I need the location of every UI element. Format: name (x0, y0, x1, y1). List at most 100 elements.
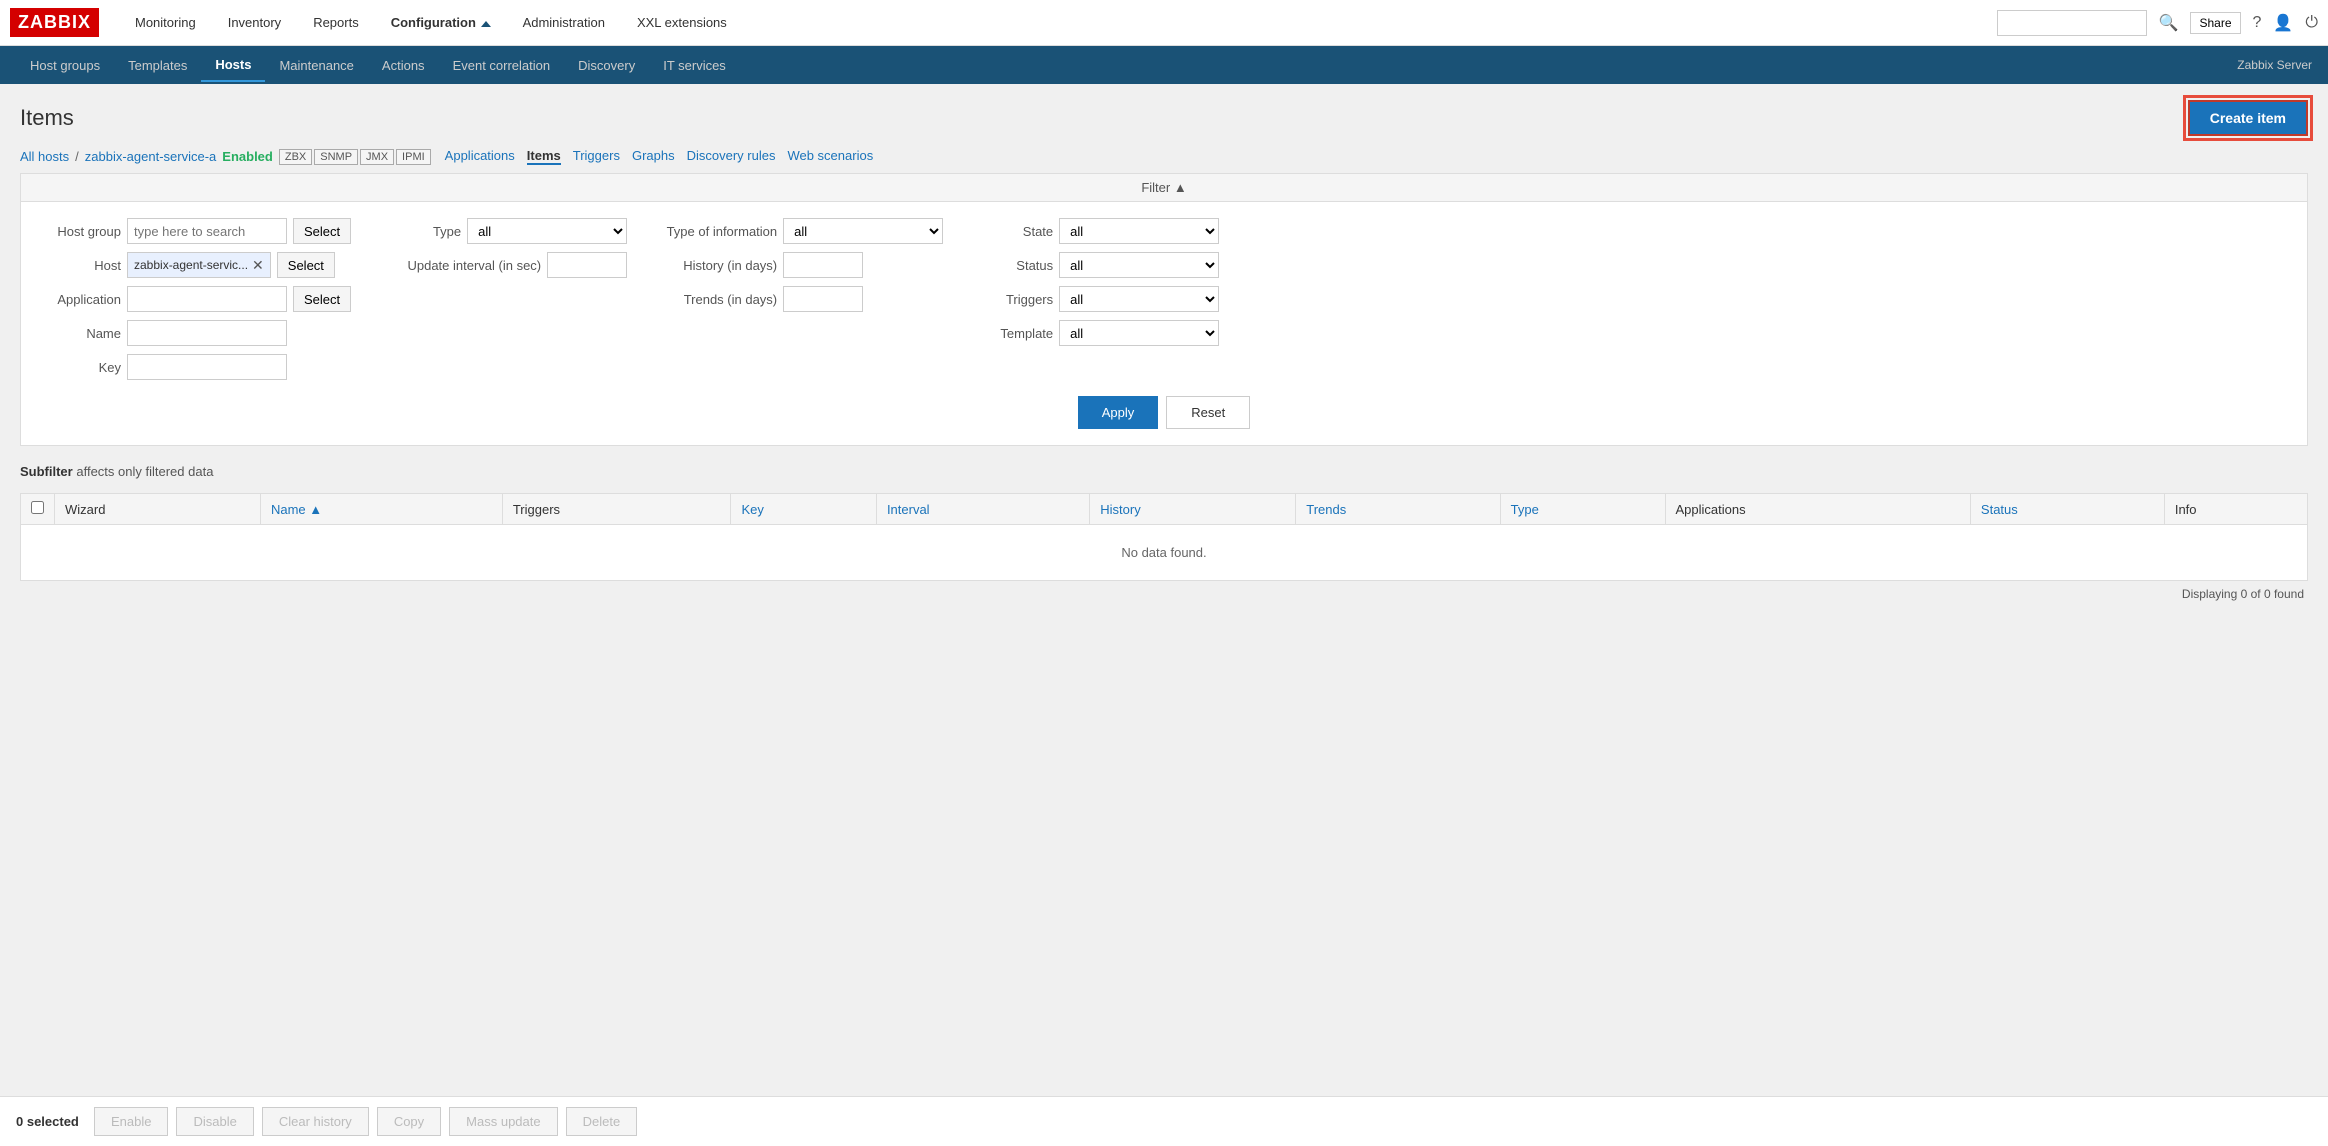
filter-state-row: State all (973, 218, 1219, 244)
trends-input[interactable] (783, 286, 863, 312)
filter-host-group-row: Host group Select (41, 218, 351, 244)
application-input[interactable] (127, 286, 287, 312)
user-icon[interactable]: 👤 (2273, 13, 2293, 33)
subnav-host-groups[interactable]: Host groups (16, 50, 114, 81)
copy-button[interactable]: Copy (377, 1107, 441, 1136)
config-arrow-icon (481, 21, 491, 27)
protocol-snmp: SNMP (314, 149, 358, 165)
col-applications: Applications (1665, 494, 1970, 525)
bottom-bar: 0 selected Enable Disable Clear history … (0, 1096, 2328, 1146)
global-search-input[interactable] (1997, 10, 2147, 36)
name-input[interactable] (127, 320, 287, 346)
subnav-maintenance[interactable]: Maintenance (265, 50, 367, 81)
zabbix-logo: ZABBIX (10, 8, 99, 37)
type-select[interactable]: all (467, 218, 627, 244)
nav-inventory[interactable]: Inventory (212, 3, 297, 42)
host-tag-close-icon[interactable]: ✕ (252, 258, 264, 272)
host-select-btn[interactable]: Select (277, 252, 335, 278)
reset-button[interactable]: Reset (1166, 396, 1250, 429)
nav-xxl-extensions[interactable]: XXL extensions (621, 3, 743, 42)
application-select-btn[interactable]: Select (293, 286, 351, 312)
breadcrumb-link-graphs[interactable]: Graphs (632, 148, 675, 165)
protocol-jmx: JMX (360, 149, 394, 165)
filter-body: Host group Select Host zabbix-agent-serv… (21, 202, 2307, 445)
col-trends-sort[interactable]: Trends (1306, 502, 1346, 517)
table-header-row: Wizard Name ▲ Triggers Key Interval Hist… (21, 494, 2308, 525)
filter-col-4: State all Status all Triggers (973, 218, 1219, 346)
breadcrumb: All hosts / zabbix-agent-service-a Enabl… (20, 148, 2308, 165)
col-type: Type (1500, 494, 1665, 525)
subnav-discovery[interactable]: Discovery (564, 50, 649, 81)
subnav-templates[interactable]: Templates (114, 50, 201, 81)
filter-col-3: Type of information all History (in days… (657, 218, 943, 312)
breadcrumb-link-web-scenarios[interactable]: Web scenarios (787, 148, 873, 165)
col-status-sort[interactable]: Status (1981, 502, 2018, 517)
delete-button[interactable]: Delete (566, 1107, 638, 1136)
col-key-sort[interactable]: Key (741, 502, 763, 517)
breadcrumb-link-discovery-rules[interactable]: Discovery rules (687, 148, 776, 165)
page-wrapper: Items Create item All hosts / zabbix-age… (0, 84, 2328, 673)
subnav-hosts[interactable]: Hosts (201, 49, 265, 82)
nav-monitoring[interactable]: Monitoring (119, 3, 212, 42)
update-interval-input[interactable] (547, 252, 627, 278)
host-group-select-btn[interactable]: Select (293, 218, 351, 244)
subnav-it-services[interactable]: IT services (649, 50, 740, 81)
nav-configuration[interactable]: Configuration (375, 3, 507, 42)
template-select[interactable]: all (1059, 320, 1219, 346)
host-tag-value: zabbix-agent-servic... (134, 258, 248, 272)
no-data-row: No data found. (21, 525, 2308, 581)
subfilter-label: Subfilter (20, 464, 73, 479)
subnav-actions[interactable]: Actions (368, 50, 439, 81)
triggers-select[interactable]: all (1059, 286, 1219, 312)
nav-reports[interactable]: Reports (297, 3, 375, 42)
page-header: Items Create item (20, 100, 2308, 136)
breadcrumb-host-name[interactable]: zabbix-agent-service-a (85, 149, 217, 164)
status-select[interactable]: all (1059, 252, 1219, 278)
search-icon[interactable]: 🔍 (2159, 13, 2179, 33)
breadcrumb-links: Applications Items Triggers Graphs Disco… (445, 148, 874, 165)
nav-administration[interactable]: Administration (507, 3, 621, 42)
clear-history-button[interactable]: Clear history (262, 1107, 369, 1136)
key-input[interactable] (127, 354, 287, 380)
breadcrumb-link-triggers[interactable]: Triggers (573, 148, 620, 165)
enable-button[interactable]: Enable (94, 1107, 168, 1136)
update-interval-label: Update interval (in sec) (381, 258, 541, 273)
filter-type-row: Type all (381, 218, 627, 244)
breadcrumb-link-applications[interactable]: Applications (445, 148, 515, 165)
mass-update-button[interactable]: Mass update (449, 1107, 557, 1136)
type-info-select[interactable]: all (783, 218, 943, 244)
subnav-event-correlation[interactable]: Event correlation (439, 50, 565, 81)
col-history-sort[interactable]: History (1100, 502, 1140, 517)
filter-status-row: Status all (973, 252, 1219, 278)
col-interval-sort[interactable]: Interval (887, 502, 930, 517)
breadcrumb-link-items[interactable]: Items (527, 148, 561, 165)
key-label: Key (41, 360, 121, 375)
application-label: Application (41, 292, 121, 307)
page-title: Items (20, 105, 74, 131)
select-all-checkbox-col (21, 494, 55, 525)
display-count: Displaying 0 of 0 found (20, 581, 2308, 607)
breadcrumb-all-hosts[interactable]: All hosts (20, 149, 69, 164)
filter-toggle[interactable]: Filter ▲ (21, 174, 2307, 202)
apply-button[interactable]: Apply (1078, 396, 1159, 429)
trends-label: Trends (in days) (657, 292, 777, 307)
selected-count: 0 selected (16, 1114, 86, 1129)
help-icon[interactable]: ? (2253, 14, 2262, 32)
name-label: Name (41, 326, 121, 341)
protocol-ipmi: IPMI (396, 149, 431, 165)
filter-history-row: History (in days) (657, 252, 943, 278)
state-select[interactable]: all (1059, 218, 1219, 244)
host-group-input[interactable] (127, 218, 287, 244)
select-all-checkbox[interactable] (31, 501, 44, 514)
items-table: Wizard Name ▲ Triggers Key Interval Hist… (20, 493, 2308, 581)
col-type-sort[interactable]: Type (1511, 502, 1539, 517)
history-input[interactable] (783, 252, 863, 278)
share-button[interactable]: Share (2190, 12, 2240, 34)
col-info: Info (2164, 494, 2307, 525)
filter-triggers-row: Triggers all (973, 286, 1219, 312)
power-icon[interactable]: ⏻ (2305, 14, 2318, 32)
create-item-button[interactable]: Create item (2188, 100, 2308, 136)
filter-header-label: Filter ▲ (1141, 180, 1186, 195)
disable-button[interactable]: Disable (176, 1107, 253, 1136)
col-name-sort[interactable]: Name ▲ (271, 502, 322, 517)
